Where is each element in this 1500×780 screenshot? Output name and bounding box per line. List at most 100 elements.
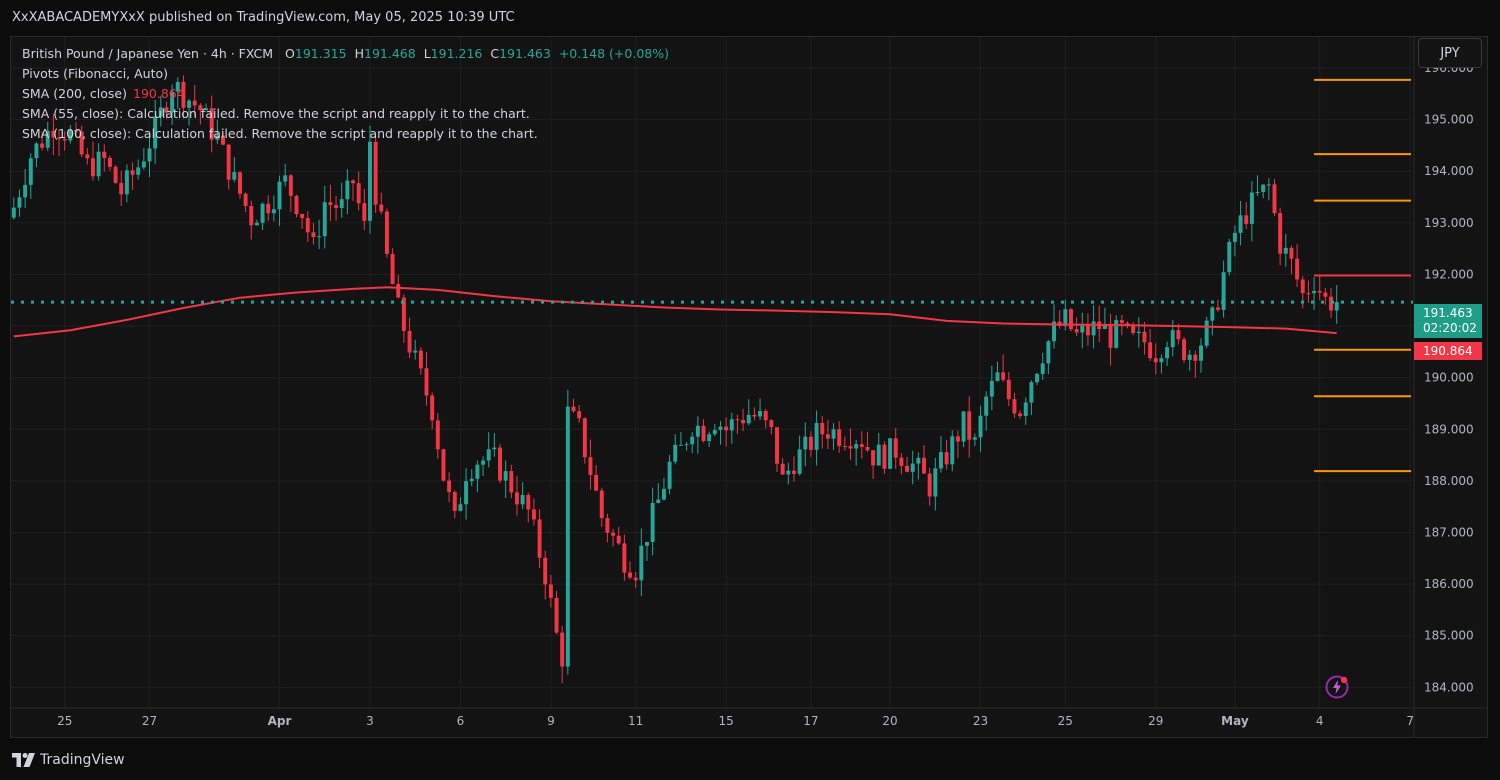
candle-body[interactable] — [678, 444, 683, 446]
legend-sma55-row[interactable]: SMA (55, close): Calculation failed. Rem… — [22, 104, 669, 124]
candle-body[interactable] — [526, 495, 531, 510]
candle-body[interactable] — [1312, 290, 1317, 294]
candle-body[interactable] — [147, 148, 152, 162]
candle-body[interactable] — [707, 434, 712, 441]
candle-body[interactable] — [424, 368, 429, 396]
candle-body[interactable] — [905, 465, 910, 472]
candle-body[interactable] — [673, 444, 678, 462]
candle-body[interactable] — [837, 429, 842, 447]
candle-body[interactable] — [780, 463, 785, 475]
candle-body[interactable] — [34, 143, 39, 159]
candle-body[interactable] — [735, 419, 740, 421]
candle-body[interactable] — [842, 446, 847, 448]
candle-body[interactable] — [888, 438, 893, 469]
candle-body[interactable] — [961, 411, 966, 442]
candle-body[interactable] — [334, 205, 339, 209]
candle-body[interactable] — [611, 532, 616, 536]
candle-body[interactable] — [560, 632, 565, 667]
candle-body[interactable] — [786, 470, 791, 475]
candle-body[interactable] — [622, 543, 627, 573]
candle-body[interactable] — [1278, 213, 1283, 254]
candle-body[interactable] — [548, 584, 553, 598]
candle-body[interactable] — [1182, 339, 1187, 360]
candle-body[interactable] — [141, 161, 146, 168]
candle-body[interactable] — [1029, 382, 1034, 403]
candle-body[interactable] — [820, 422, 825, 435]
candle-body[interactable] — [808, 436, 813, 450]
candle-body[interactable] — [944, 452, 949, 465]
candle-body[interactable] — [1119, 320, 1124, 324]
candle-body[interactable] — [1159, 358, 1164, 363]
candle-body[interactable] — [1232, 232, 1237, 242]
candle-body[interactable] — [271, 209, 276, 214]
candle-body[interactable] — [486, 449, 491, 461]
tradingview-brand[interactable]: TradingView — [12, 752, 125, 768]
candle-body[interactable] — [339, 199, 344, 209]
sma200-label[interactable]: SMA (200, close) — [22, 84, 127, 104]
candle-body[interactable] — [390, 253, 395, 284]
candle-body[interactable] — [848, 446, 853, 449]
sma55-label[interactable]: SMA (55, close): Calculation failed. Rem… — [22, 104, 530, 124]
candle-body[interactable] — [899, 457, 904, 466]
candle-body[interactable] — [130, 170, 135, 175]
candle-body[interactable] — [910, 463, 915, 472]
candle-body[interactable] — [537, 519, 542, 558]
candle-body[interactable] — [656, 499, 661, 503]
candle-body[interactable] — [102, 151, 107, 158]
candle-body[interactable] — [933, 468, 938, 497]
candle-body[interactable] — [803, 436, 808, 450]
candle-body[interactable] — [854, 444, 859, 449]
candle-body[interactable] — [1204, 320, 1209, 346]
candle-body[interactable] — [124, 170, 129, 195]
candle-body[interactable] — [882, 444, 887, 469]
candle-body[interactable] — [554, 597, 559, 633]
candle-body[interactable] — [356, 183, 361, 204]
candle-body[interactable] — [1193, 354, 1198, 361]
candle-body[interactable] — [481, 460, 486, 465]
pivots-label[interactable]: Pivots (Fibonacci, Auto) — [22, 64, 168, 84]
candle-body[interactable] — [379, 204, 384, 212]
candle-body[interactable] — [893, 438, 898, 458]
candle-body[interactable] — [531, 509, 536, 520]
candle-body[interactable] — [950, 436, 955, 465]
candle-body[interactable] — [447, 480, 452, 493]
candle-body[interactable] — [989, 380, 994, 397]
candle-body[interactable] — [729, 419, 734, 431]
candle-body[interactable] — [916, 457, 921, 464]
candle-body[interactable] — [1215, 307, 1220, 310]
candle-body[interactable] — [288, 175, 293, 196]
candle-body[interactable] — [237, 172, 242, 194]
candle-body[interactable] — [1317, 290, 1322, 293]
candle-body[interactable] — [701, 425, 706, 441]
candle-body[interactable] — [1323, 292, 1328, 297]
candle-body[interactable] — [418, 350, 423, 369]
candle-body[interactable] — [514, 492, 519, 505]
candle-body[interactable] — [345, 180, 350, 200]
candle-body[interactable] — [588, 457, 593, 475]
legend-sma200-row[interactable]: SMA (200, close) 190.864 — [22, 84, 669, 104]
candle-body[interactable] — [1142, 331, 1147, 343]
candle-body[interactable] — [441, 449, 446, 481]
candle-body[interactable] — [503, 471, 508, 481]
candle-body[interactable] — [741, 419, 746, 424]
candle-body[interactable] — [407, 330, 412, 353]
candle-body[interactable] — [633, 577, 638, 581]
symbol-title[interactable]: British Pound / Japanese Yen · 4h · FXCM — [22, 44, 273, 64]
candle-body[interactable] — [90, 158, 95, 177]
candle-body[interactable] — [260, 203, 265, 223]
candle-body[interactable] — [1023, 402, 1028, 416]
candle-body[interactable] — [769, 420, 774, 428]
candle-body[interactable] — [113, 166, 118, 183]
candle-body[interactable] — [232, 172, 237, 180]
candle-body[interactable] — [396, 283, 401, 298]
candle-body[interactable] — [616, 535, 621, 544]
candle-body[interactable] — [571, 406, 576, 412]
candle-body[interactable] — [582, 418, 587, 458]
candle-body[interactable] — [967, 411, 972, 440]
candle-body[interactable] — [1221, 272, 1226, 310]
candle-body[interactable] — [1018, 413, 1023, 416]
candle-body[interactable] — [119, 182, 124, 195]
candle-body[interactable] — [1187, 354, 1192, 360]
candle-body[interactable] — [1295, 258, 1300, 280]
candle-body[interactable] — [1040, 363, 1045, 374]
